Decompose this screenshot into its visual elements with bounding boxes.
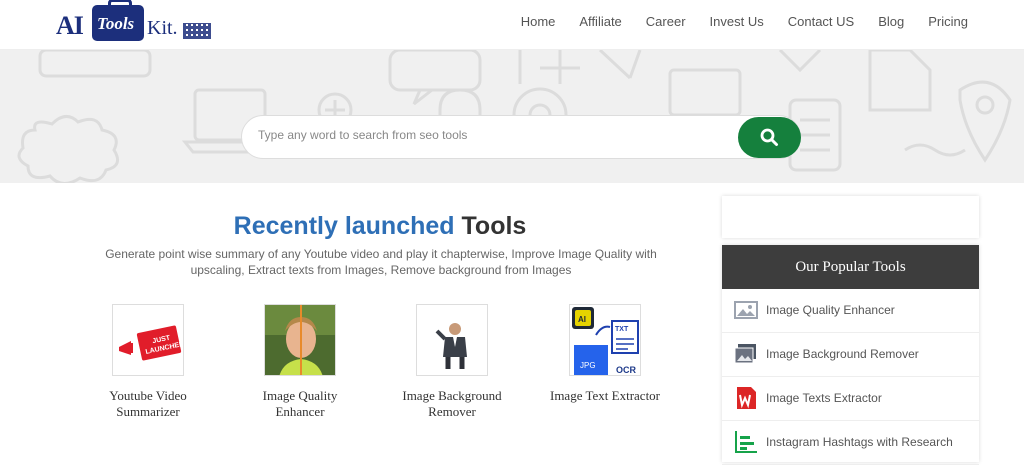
tool-thumbnail: AI TXT JPG OCR bbox=[569, 304, 641, 376]
sidebar-item-label: Instagram Hashtags with Research bbox=[766, 435, 953, 449]
tool-card-image-background-remover[interactable]: Image Background Remover bbox=[377, 304, 527, 420]
sidebar-item-instagram-hashtags[interactable]: Instagram Hashtags with Research bbox=[722, 421, 979, 465]
sidebar-item-image-background-remover[interactable]: Image Background Remover bbox=[722, 333, 979, 377]
nav-home[interactable]: Home bbox=[509, 14, 568, 30]
tool-name: Image Background Remover bbox=[377, 388, 527, 420]
tool-name: Image Text Extractor bbox=[530, 388, 680, 404]
nav-blog[interactable]: Blog bbox=[866, 14, 916, 30]
section-title: Recently launched Tools bbox=[0, 212, 760, 241]
popular-tools-heading: Our Popular Tools bbox=[722, 245, 979, 289]
gallery-icon bbox=[734, 344, 756, 364]
tool-thumbnail bbox=[264, 304, 336, 376]
tool-thumbnail bbox=[416, 304, 488, 376]
search-bar bbox=[241, 115, 801, 159]
tool-name-line2: Remover bbox=[428, 404, 476, 419]
nav-pricing[interactable]: Pricing bbox=[916, 14, 980, 30]
nav-affiliate[interactable]: Affiliate bbox=[567, 14, 633, 30]
thumb-ai-text: AI bbox=[578, 315, 586, 324]
popular-tools-panel: Our Popular Tools Image Quality Enhancer… bbox=[722, 245, 979, 465]
search-button[interactable] bbox=[738, 117, 801, 158]
thumb-ocr-text: OCR bbox=[616, 365, 637, 375]
site-logo[interactable]: AI Tools Kit. bbox=[56, 0, 216, 45]
sidebar-item-image-quality-enhancer[interactable]: Image Quality Enhancer bbox=[722, 289, 979, 333]
main-nav: Home Affiliate Career Invest Us Contact … bbox=[509, 14, 980, 30]
tool-card-youtube-summarizer[interactable]: JUST LAUNCHED Youtube Video Summarizer bbox=[73, 304, 223, 420]
section-title-highlight: Recently launched bbox=[233, 212, 455, 240]
search-input[interactable] bbox=[258, 128, 718, 142]
tool-name: Image Quality Enhancer bbox=[225, 388, 375, 420]
sidebar-item-label: Image Texts Extractor bbox=[766, 391, 882, 405]
businessman-icon bbox=[435, 323, 467, 369]
tool-card-image-text-extractor[interactable]: AI TXT JPG OCR Image Text Extractor bbox=[530, 304, 680, 404]
search-hero bbox=[0, 50, 1024, 183]
site-header: AI Tools Kit. Home Affiliate Career Inve… bbox=[0, 0, 1024, 50]
tool-thumbnail: JUST LAUNCHED bbox=[112, 304, 184, 376]
ocr-icon: AI TXT JPG OCR bbox=[572, 307, 639, 375]
image-icon bbox=[734, 301, 758, 319]
section-title-rest: Tools bbox=[461, 212, 527, 240]
word-doc-icon bbox=[737, 387, 756, 409]
thumb-txt-text: TXT bbox=[615, 326, 629, 333]
search-icon bbox=[760, 128, 778, 146]
thumb-jpg-text: JPG bbox=[580, 361, 596, 370]
tool-name-line1: Youtube Video bbox=[109, 388, 187, 403]
sidebar-item-label: Image Background Remover bbox=[766, 347, 919, 361]
section-description: Generate point wise summary of any Youtu… bbox=[105, 247, 657, 277]
sidebar-item-label: Image Quality Enhancer bbox=[766, 303, 895, 317]
tool-name-line1: Image Background bbox=[402, 388, 502, 403]
tool-card-image-quality-enhancer[interactable]: Image Quality Enhancer bbox=[225, 304, 375, 420]
nav-contact-us[interactable]: Contact US bbox=[776, 14, 866, 30]
nav-career[interactable]: Career bbox=[634, 14, 698, 30]
tool-name: Youtube Video Summarizer bbox=[73, 388, 223, 420]
megaphone-icon: JUST LAUNCHED bbox=[119, 325, 183, 361]
portrait-photo-icon bbox=[265, 305, 335, 375]
sidebar-item-image-texts-extractor[interactable]: Image Texts Extractor bbox=[722, 377, 979, 421]
tool-name-line1: Image Quality bbox=[262, 388, 338, 403]
sidebar-ad-slot bbox=[722, 196, 979, 238]
tool-name-line2: Summarizer bbox=[116, 404, 180, 419]
tool-name-line2: Enhancer bbox=[275, 404, 325, 419]
chart-icon bbox=[735, 431, 757, 453]
nav-invest-us[interactable]: Invest Us bbox=[698, 14, 776, 30]
tool-name-line1: Image Text Extractor bbox=[549, 388, 661, 403]
